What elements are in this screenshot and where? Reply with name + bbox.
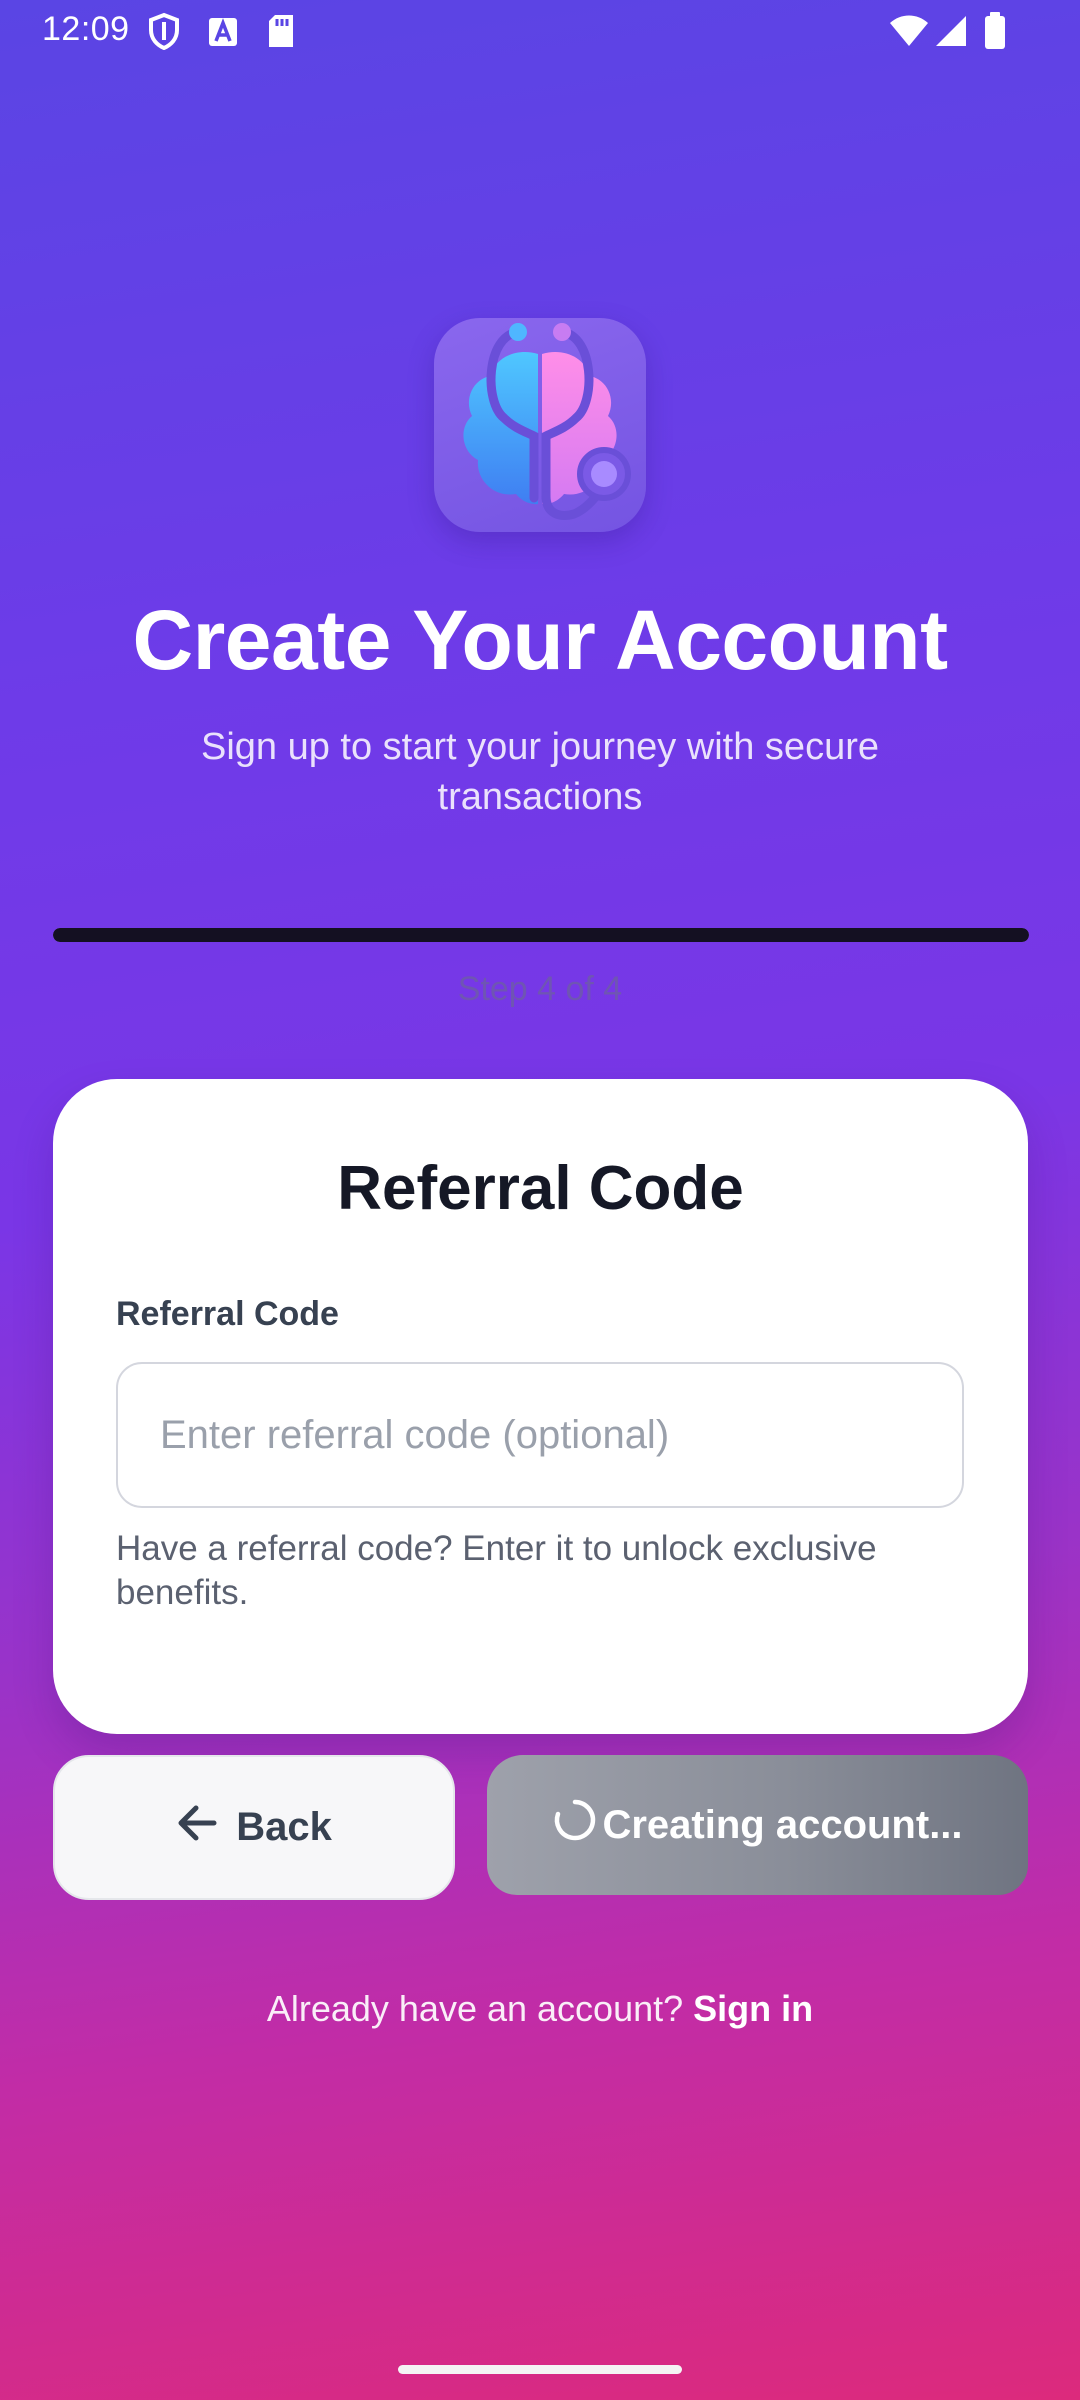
page-title: Create Your Account bbox=[132, 593, 948, 687]
brain-stethoscope-logo-icon bbox=[434, 318, 646, 532]
spinner-icon bbox=[552, 1797, 598, 1853]
signin-prompt: Already have an account? Sign in bbox=[0, 1988, 1080, 2030]
status-time: 12:09 bbox=[42, 10, 130, 48]
status-bar: 12:09 bbox=[0, 0, 1080, 62]
signin-link[interactable]: Sign in bbox=[693, 1988, 813, 2029]
step-indicator: Step 4 of 4 bbox=[457, 970, 623, 1008]
progress-bar bbox=[53, 928, 1029, 942]
sd-card-icon bbox=[266, 12, 296, 55]
card-title: Referral Code bbox=[337, 1154, 744, 1223]
referral-helper-text: Have a referral code? Enter it to unlock… bbox=[116, 1529, 877, 1612]
referral-card: Referral Code Referral Code Have a refer… bbox=[53, 1079, 1028, 1734]
home-indicator[interactable] bbox=[398, 2365, 682, 2374]
back-button[interactable]: Back bbox=[53, 1755, 455, 1900]
back-button-label: Back bbox=[236, 1805, 332, 1849]
cellular-signal-icon bbox=[934, 14, 968, 53]
shield-icon bbox=[146, 12, 182, 55]
create-account-button-label: Creating account... bbox=[602, 1802, 963, 1847]
font-a-icon bbox=[208, 12, 238, 55]
signin-prompt-text: Already have an account? bbox=[266, 1988, 684, 2029]
create-account-button[interactable]: Creating account... bbox=[487, 1755, 1028, 1895]
progress-bar-fill bbox=[53, 928, 1029, 942]
referral-code-input[interactable] bbox=[116, 1362, 964, 1508]
arrow-left-icon bbox=[176, 1803, 218, 1853]
battery-icon bbox=[984, 12, 1006, 55]
wifi-icon bbox=[889, 14, 929, 53]
page-subtitle: Sign up to start your journey with secur… bbox=[200, 726, 879, 818]
referral-field-label: Referral Code bbox=[116, 1295, 339, 1333]
signup-screen: 12:09 Create Your Account Sign up to sta… bbox=[0, 0, 1080, 2400]
